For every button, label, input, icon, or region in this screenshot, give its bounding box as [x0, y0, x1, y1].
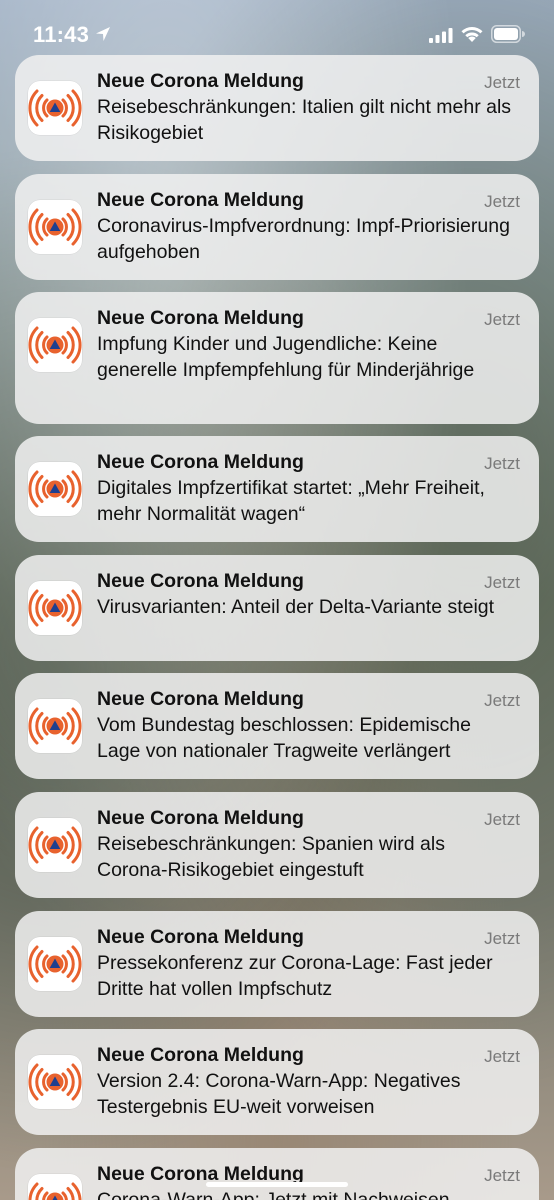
warn-app-broadcast-icon: [28, 462, 82, 516]
notification-time: Jetzt: [484, 1166, 520, 1185]
home-indicator[interactable]: [206, 1182, 348, 1187]
notification-card[interactable]: Neue Corona Meldung Jetzt Version 2.4: C…: [15, 1029, 539, 1135]
notification-card[interactable]: Neue Corona Meldung Jetzt Virusvarianten…: [15, 555, 539, 661]
notification-time: Jetzt: [484, 810, 520, 829]
location-icon: [94, 25, 112, 43]
warn-app-broadcast-icon: [28, 81, 82, 135]
notification-title: Neue Corona Meldung: [97, 807, 304, 829]
warn-app-broadcast-icon: [28, 200, 82, 254]
notification-body: Corona-Warn-App: Jetzt mit Nachweisen: [97, 1189, 450, 1200]
notification-time: Jetzt: [484, 1047, 520, 1066]
notification-card[interactable]: Neue Corona Meldung Jetzt Vom Bundestag …: [15, 673, 539, 779]
notification-body: Virusvarianten: Anteil der Delta-Variant…: [97, 596, 495, 618]
notification-title: Neue Corona Meldung: [97, 70, 304, 92]
notification-card[interactable]: Neue Corona Meldung Jetzt Digitales Impf…: [15, 436, 539, 542]
notification-body: Pressekonferenz zur Corona-Lage: Fast je…: [97, 952, 493, 1000]
notification-body: Reisebeschränkungen: Spanien wird als Co…: [97, 833, 445, 881]
notification-card[interactable]: Neue Corona Meldung Jetzt Reisebeschränk…: [15, 792, 539, 898]
notification-time: Jetzt: [484, 691, 520, 710]
notification-body: Digitales Impfzertifikat startet: „Mehr …: [97, 477, 485, 525]
warn-app-broadcast-icon: [28, 699, 82, 753]
notification-title: Neue Corona Meldung: [97, 451, 304, 473]
notification-card[interactable]: Neue Corona Meldung Jetzt Pressekonferen…: [15, 911, 539, 1017]
notification-time: Jetzt: [484, 929, 520, 948]
notification-card[interactable]: Neue Corona Meldung Jetzt Impfung Kinder…: [15, 292, 539, 424]
warn-app-broadcast-icon: [28, 1055, 82, 1109]
battery-icon: [491, 25, 525, 43]
notification-title: Neue Corona Meldung: [97, 570, 304, 592]
notification-time: Jetzt: [484, 192, 520, 211]
notification-body: Reisebeschränkungen: Italien gilt nicht …: [97, 96, 512, 144]
notification-title: Neue Corona Meldung: [97, 1044, 304, 1066]
notification-card[interactable]: Neue Corona Meldung Jetzt Coronavirus-Im…: [15, 174, 539, 280]
warn-app-broadcast-icon: [28, 581, 82, 635]
notification-body: Vom Bundestag beschlossen: Epidemische L…: [97, 714, 471, 762]
status-time: 11:43: [33, 22, 90, 47]
warn-app-broadcast-icon: [28, 1174, 82, 1200]
notification-time: Jetzt: [484, 454, 520, 473]
notification-time: Jetzt: [484, 310, 520, 329]
notification-body: Version 2.4: Corona-Warn-App: Negatives …: [97, 1070, 461, 1118]
notification-title: Neue Corona Meldung: [97, 926, 304, 948]
notification-title: Neue Corona Meldung: [97, 307, 304, 329]
warn-app-broadcast-icon: [28, 818, 82, 872]
warn-app-broadcast-icon: [28, 318, 82, 372]
notification-card[interactable]: Neue Corona Meldung Jetzt Corona-Warn-Ap…: [15, 1148, 539, 1200]
notification-time: Jetzt: [484, 573, 520, 592]
status-bar: 11:43: [0, 0, 554, 56]
notification-body: Coronavirus-Impfverordnung: Impf-Prioris…: [97, 215, 510, 263]
wifi-icon: [460, 25, 484, 43]
notification-card[interactable]: Neue Corona Meldung Jetzt Reisebeschränk…: [15, 55, 539, 161]
signal-icon: [429, 27, 453, 43]
notification-time: Jetzt: [484, 73, 520, 92]
notification-title: Neue Corona Meldung: [97, 688, 304, 710]
warn-app-broadcast-icon: [28, 937, 82, 991]
notification-body: Impfung Kinder und Jugendliche: Keine ge…: [97, 333, 475, 381]
notification-title: Neue Corona Meldung: [97, 189, 304, 211]
